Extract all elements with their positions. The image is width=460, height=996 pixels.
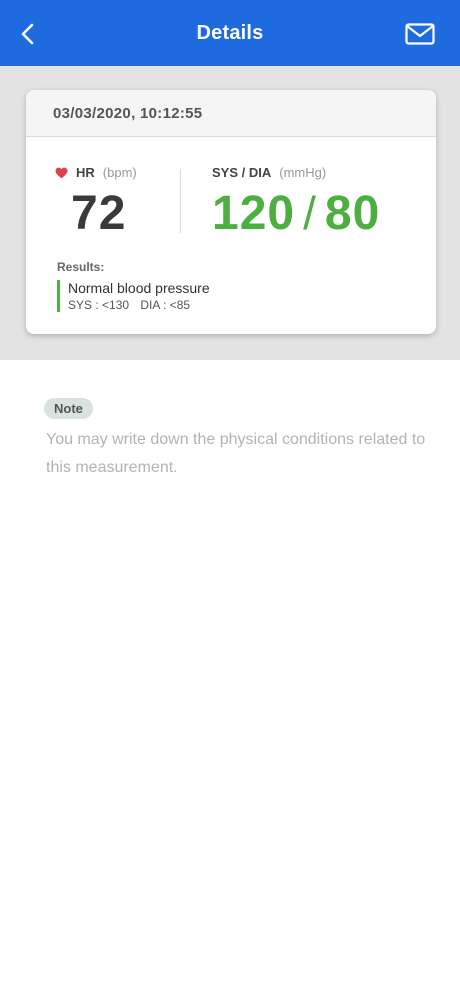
chevron-left-icon [21, 23, 34, 45]
card-header: 03/03/2020, 10:12:55 [26, 90, 436, 137]
mail-icon [405, 23, 435, 45]
heart-icon [55, 167, 68, 178]
result-title: Normal blood pressure [68, 280, 210, 296]
measurement-card: 03/03/2020, 10:12:55 HR (bpm) 72 SYS / D… [26, 90, 436, 334]
hr-unit: (bpm) [102, 165, 137, 180]
hr-label: HR [76, 165, 95, 180]
metrics-divider [180, 169, 181, 233]
measurement-datetime: 03/03/2020, 10:12:55 [53, 104, 203, 122]
bp-separator: / [303, 187, 317, 239]
results-label: Results: [57, 260, 105, 274]
bp-label: SYS / DIA [212, 165, 272, 180]
sys-range: SYS : <130 [68, 298, 130, 312]
hr-label-row: HR (bpm) [55, 165, 137, 180]
heart-rate-block: HR (bpm) 72 [55, 165, 137, 241]
result-ranges: SYS : <130 DIA : <85 [68, 298, 210, 312]
note-tag: Note [44, 398, 93, 419]
bp-label-row: SYS / DIA (mmHg) [212, 165, 380, 180]
results-section: Results: Normal blood pressure SYS : <13… [57, 260, 210, 312]
metrics-area: HR (bpm) 72 SYS / DIA (mmHg) 120 / 80 [26, 137, 436, 257]
details-screen: Details 03/03/2020, 10:12:55 HR (bpm) 72… [0, 0, 460, 996]
top-bar: Details [0, 0, 460, 66]
hr-value: 72 [71, 187, 127, 240]
blood-pressure-block: SYS / DIA (mmHg) 120 / 80 [212, 165, 380, 241]
result-item: Normal blood pressure SYS : <130 DIA : <… [57, 280, 210, 312]
dia-value: 80 [324, 187, 381, 240]
dia-range: DIA : <85 [140, 298, 191, 312]
sys-value: 120 [212, 187, 296, 240]
bp-values: 120 / 80 [212, 186, 380, 241]
bp-unit: (mmHg) [279, 165, 327, 180]
back-button[interactable] [20, 19, 50, 49]
share-mail-button[interactable] [404, 20, 436, 48]
page-title: Details [196, 21, 264, 44]
note-input[interactable]: You may write down the physical conditio… [46, 426, 426, 482]
